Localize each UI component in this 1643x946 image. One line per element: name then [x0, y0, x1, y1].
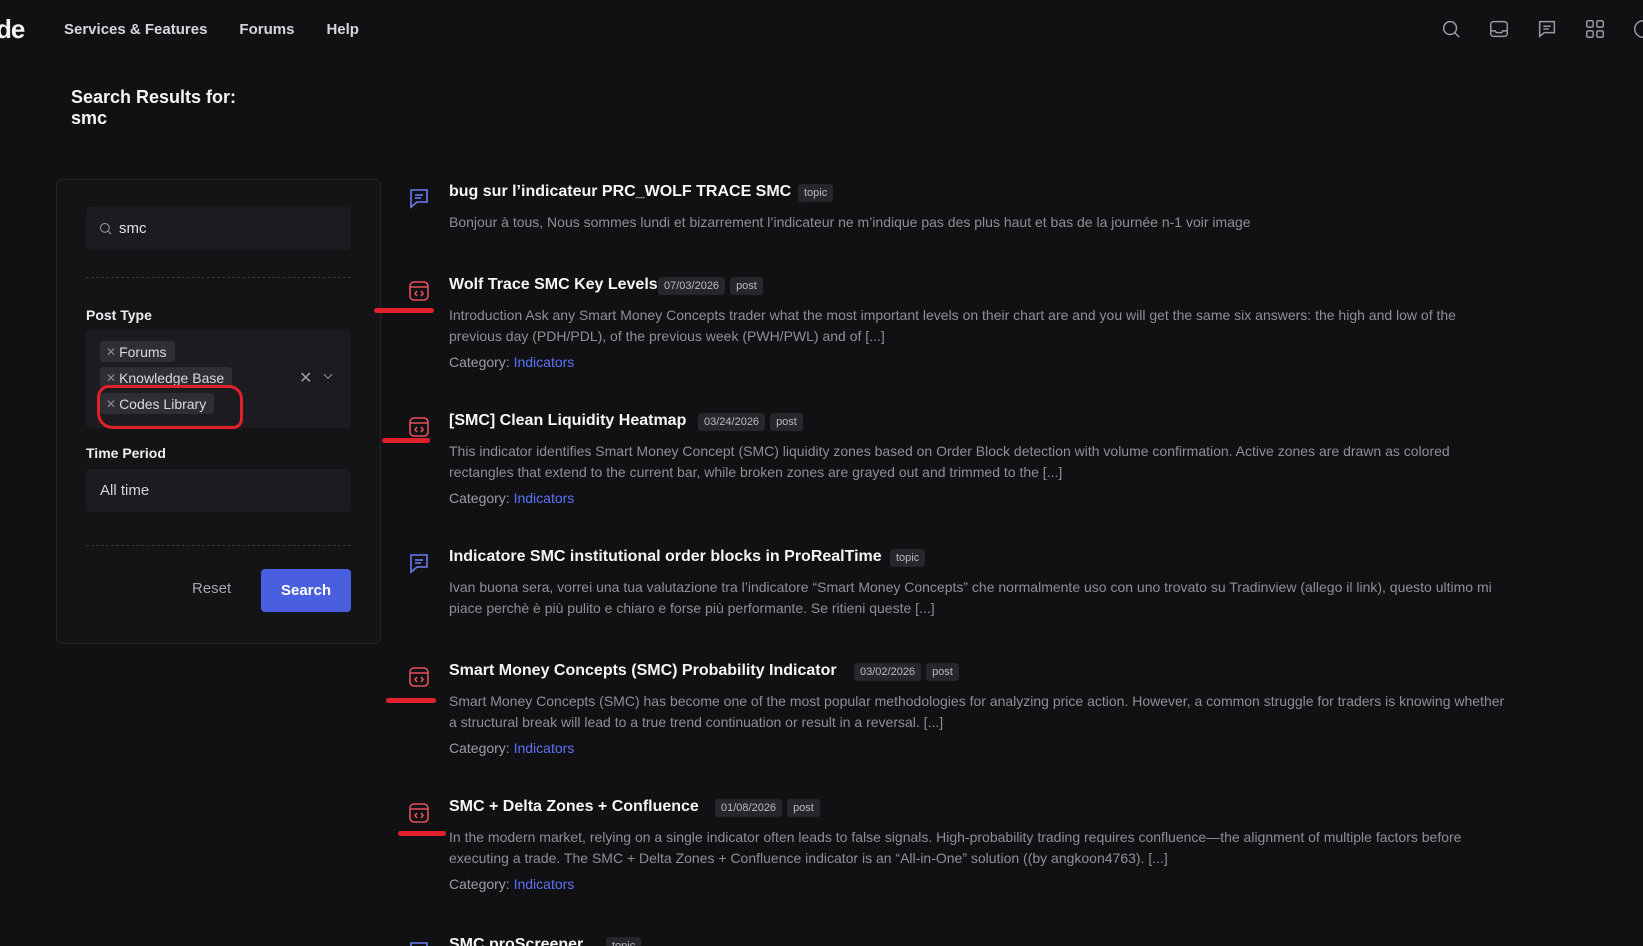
forum-topic-icon: [407, 551, 431, 575]
annotation-underline: [374, 308, 434, 313]
reset-button[interactable]: Reset: [192, 580, 231, 597]
type-badge: topic: [798, 184, 834, 202]
result-title[interactable]: [SMC] Clean Liquidity Heatmap: [449, 412, 686, 430]
category-label: Category:: [449, 354, 510, 370]
type-badge: topic: [890, 549, 926, 567]
annotation-underline: [382, 438, 430, 443]
result-tags: topic: [606, 937, 642, 946]
search-input[interactable]: [119, 220, 339, 237]
result-category: Category: Indicators: [449, 740, 574, 756]
result-tags: 01/08/2026 post: [715, 799, 820, 817]
type-badge: topic: [606, 937, 642, 946]
result-category: Category: Indicators: [449, 354, 574, 370]
date-badge: 03/02/2026: [854, 663, 922, 681]
type-badge: post: [770, 413, 803, 431]
result-excerpt: Smart Money Concepts (SMC) has become on…: [449, 693, 1505, 730]
nav-forums[interactable]: Forums: [239, 21, 294, 38]
result-tags: 07/03/2026 post: [658, 277, 763, 295]
search-button[interactable]: Search: [261, 569, 351, 612]
chip-remove-icon[interactable]: ✕: [106, 345, 116, 359]
category-link[interactable]: Indicators: [514, 490, 575, 506]
post-type-label: Post Type: [86, 307, 152, 323]
chip-codes-library[interactable]: ✕ Codes Library: [100, 393, 215, 414]
search-icon: [100, 223, 112, 235]
date-badge: 03/24/2026: [698, 413, 766, 431]
page-title: Search Results for: smc: [71, 87, 236, 129]
chat-icon[interactable]: [1536, 18, 1558, 40]
type-badge: post: [926, 663, 959, 681]
result-title[interactable]: Wolf Trace SMC Key Levels: [449, 276, 658, 294]
result-title[interactable]: SMC proScreener: [449, 936, 583, 946]
category-link[interactable]: Indicators: [514, 876, 575, 892]
category-label: Category:: [449, 876, 510, 892]
date-badge: 01/08/2026: [715, 799, 783, 817]
result-tags: 03/02/2026 post: [854, 663, 959, 681]
result-title[interactable]: SMC + Delta Zones + Confluence: [449, 798, 699, 816]
chip-label: Knowledge Base: [119, 369, 225, 386]
apps-grid-icon[interactable]: [1584, 18, 1606, 40]
result-excerpt: This indicator identifies Smart Money Co…: [449, 443, 1450, 480]
time-period-label: Time Period: [86, 445, 166, 461]
search-field[interactable]: [86, 207, 351, 250]
nav-help[interactable]: Help: [326, 21, 359, 38]
result-excerpt: Ivan buona sera, vorrei una tua valutazi…: [449, 579, 1492, 616]
divider: [86, 545, 351, 546]
divider: [86, 277, 351, 278]
forum-topic-icon: [407, 939, 431, 946]
forum-topic-icon: [407, 186, 431, 210]
type-badge: post: [787, 799, 820, 817]
category-link[interactable]: Indicators: [514, 740, 575, 756]
category-label: Category:: [449, 740, 510, 756]
chip-label: Codes Library: [119, 395, 207, 412]
account-icon[interactable]: [1632, 18, 1643, 40]
chevron-down-icon[interactable]: [321, 369, 335, 383]
page-title-prefix: Search Results for:: [71, 87, 237, 107]
result-category: Category: Indicators: [449, 490, 574, 506]
category-label: Category:: [449, 490, 510, 506]
post-type-multiselect[interactable]: ✕ Forums ✕ Knowledge Base ✕ Codes Librar…: [86, 330, 351, 428]
inbox-icon[interactable]: [1488, 18, 1510, 40]
search-icon[interactable]: [1440, 18, 1462, 40]
header-actions: [1440, 18, 1643, 40]
nav-services-features[interactable]: Services & Features: [64, 21, 207, 38]
chip-forums[interactable]: ✕ Forums: [100, 341, 175, 362]
result-tags: 03/24/2026 post: [698, 413, 803, 431]
page-title-query: smc: [71, 108, 108, 128]
result-excerpt: Bonjour à tous, Nous sommes lundi et biz…: [449, 214, 1251, 230]
annotation-underline: [398, 831, 446, 836]
date-badge: 07/03/2026: [658, 277, 726, 295]
code-post-icon: [407, 279, 431, 303]
code-post-icon: [407, 801, 431, 825]
result-excerpt: In the modern market, relying on a singl…: [449, 829, 1462, 866]
code-post-icon: [407, 665, 431, 689]
main-nav: Services & Features Forums Help: [64, 21, 359, 38]
result-title[interactable]: Smart Money Concepts (SMC) Probability I…: [449, 662, 837, 680]
result-category: Category: Indicators: [449, 876, 574, 892]
category-link[interactable]: Indicators: [514, 354, 575, 370]
search-filter-panel: Post Type ✕ Forums ✕ Knowledge Base ✕ Co…: [56, 179, 381, 644]
code-post-icon: [407, 415, 431, 439]
result-title[interactable]: Indicatore SMC institutional order block…: [449, 548, 882, 566]
result-tags: topic: [890, 549, 926, 567]
top-bar: de Services & Features Forums Help: [0, 0, 1643, 62]
annotation-underline: [386, 698, 436, 703]
chip-remove-icon[interactable]: ✕: [106, 371, 116, 385]
chip-label: Forums: [119, 343, 167, 360]
chip-remove-icon[interactable]: ✕: [106, 397, 116, 411]
time-period-select[interactable]: All time: [86, 469, 351, 512]
type-badge: post: [730, 277, 763, 295]
chip-knowledge-base[interactable]: ✕ Knowledge Base: [100, 367, 233, 388]
site-logo[interactable]: de: [0, 14, 25, 45]
result-tags: topic: [798, 184, 834, 202]
clear-all-icon[interactable]: ✕: [299, 368, 312, 388]
result-title[interactable]: bug sur l’indicateur PRC_WOLF TRACE SMC: [449, 183, 791, 201]
result-excerpt: Introduction Ask any Smart Money Concept…: [449, 307, 1456, 344]
